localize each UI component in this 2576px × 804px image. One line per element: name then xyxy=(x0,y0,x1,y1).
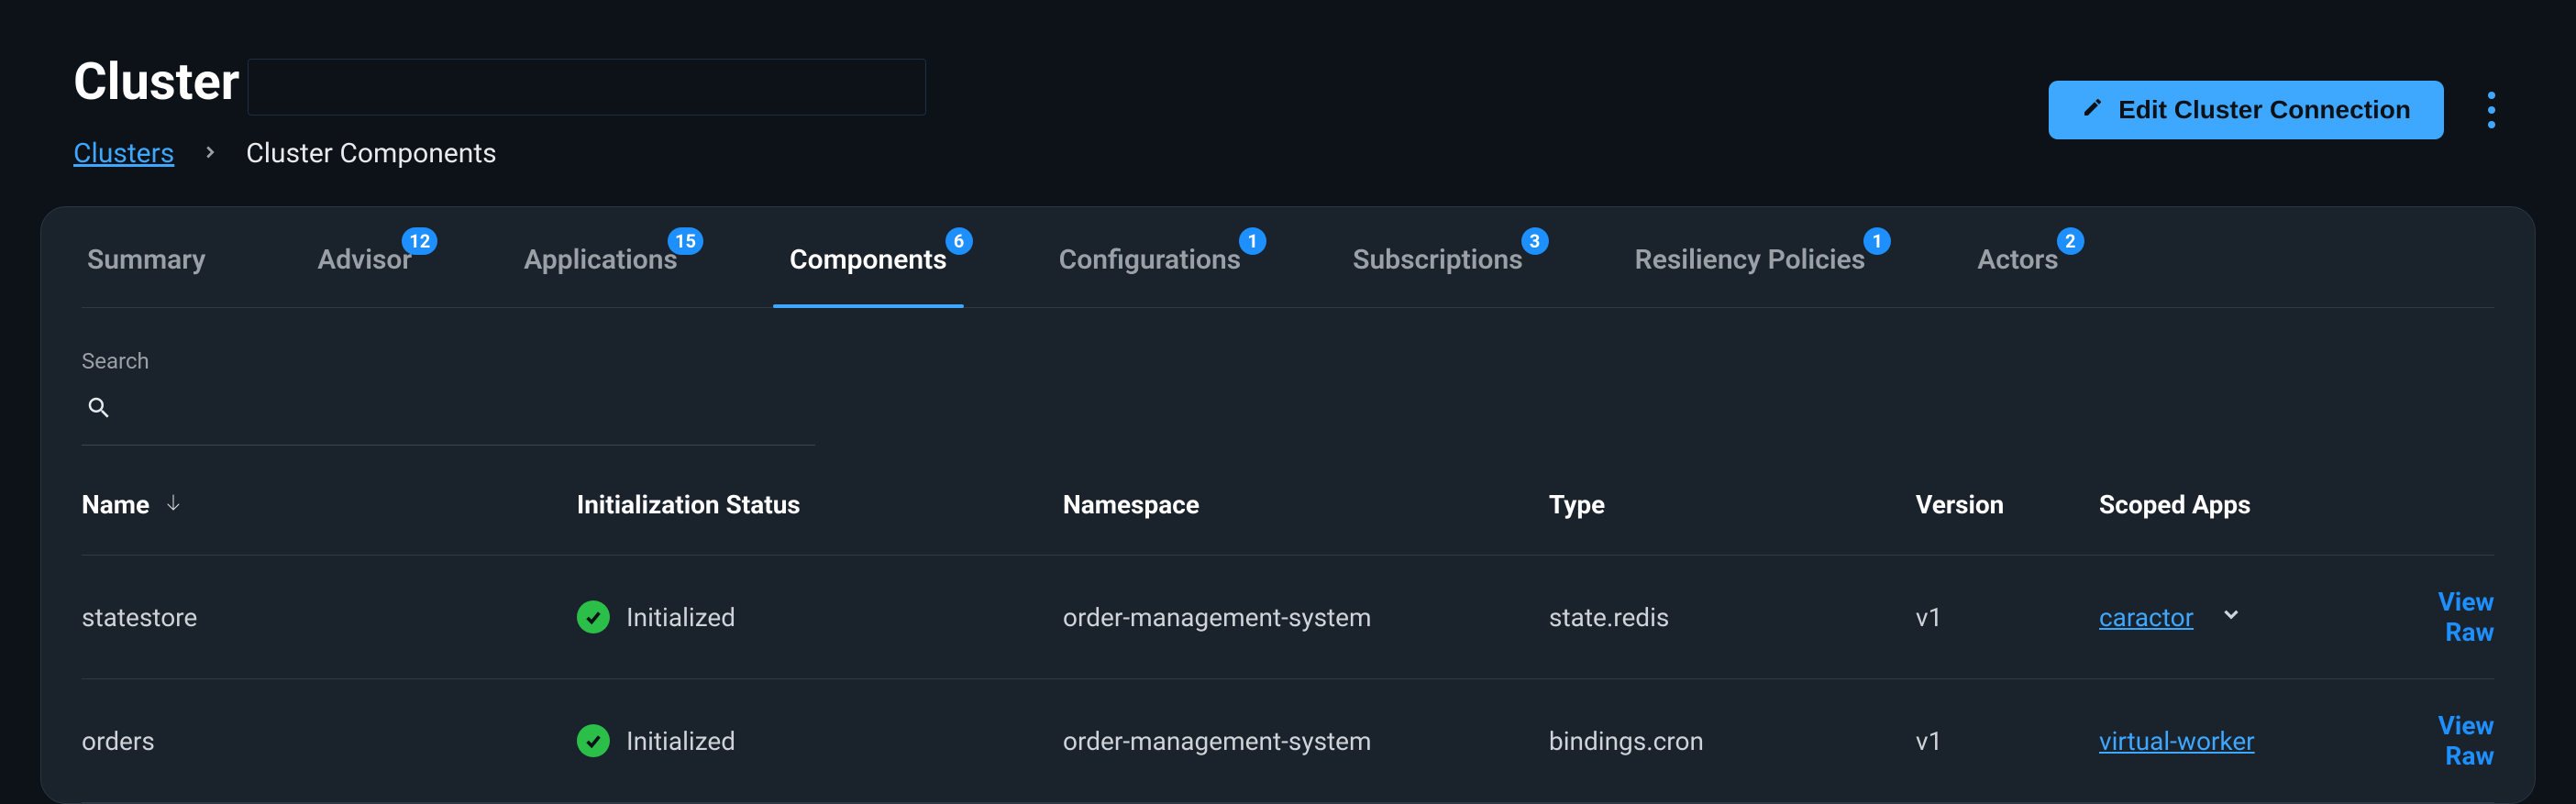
column-header-init-status[interactable]: Initialization Status xyxy=(577,490,1063,520)
tab-configurations[interactable]: Configurations1 xyxy=(1054,244,1247,307)
tab-label: Summary xyxy=(87,244,205,276)
status-text: Initialized xyxy=(626,602,735,633)
cell-action: View Raw xyxy=(2393,710,2494,771)
arrow-down-icon xyxy=(162,490,184,520)
tab-badge: 2 xyxy=(2057,227,2084,255)
column-header-name-label: Name xyxy=(82,490,149,520)
cell-type: bindings.cron xyxy=(1549,726,1916,756)
breadcrumb-root-link[interactable]: Clusters xyxy=(73,138,174,170)
tab-label: Components xyxy=(790,244,947,276)
page-title: Cluster xyxy=(73,51,239,112)
status-text: Initialized xyxy=(626,726,735,756)
pencil-icon xyxy=(2082,95,2104,125)
tab-label: Actors xyxy=(1977,244,2059,276)
tab-actors[interactable]: Actors2 xyxy=(1972,244,2064,307)
tab-label: Resiliency Policies xyxy=(1635,244,1866,276)
tab-summary[interactable]: Summary xyxy=(82,244,211,307)
cell-init-status: Initialized xyxy=(577,600,1063,633)
title-empty-selection xyxy=(248,59,926,116)
cell-name: statestore xyxy=(82,602,577,633)
tabs-bar: Summary Advisor12 Applications15 Components… xyxy=(82,244,2494,308)
breadcrumb-current: Cluster Components xyxy=(246,138,496,170)
column-header-name[interactable]: Name xyxy=(82,490,577,520)
column-header-version[interactable]: Version xyxy=(1916,490,2099,520)
tab-badge: 1 xyxy=(1863,227,1891,255)
tab-subscriptions[interactable]: Subscriptions3 xyxy=(1347,244,1529,307)
tab-components[interactable]: Components6 xyxy=(784,244,953,307)
scoped-app-link[interactable]: virtual-worker xyxy=(2099,726,2255,756)
content-panel: SummaryAdvisor12Applications15Components… xyxy=(40,206,2536,804)
tab-badge: 6 xyxy=(945,227,973,255)
edit-cluster-connection-button[interactable]: Edit Cluster Connection xyxy=(2049,81,2444,139)
tab-resiliency-policies[interactable]: Resiliency Policies1 xyxy=(1630,244,1872,307)
scoped-app-link[interactable]: caractor xyxy=(2099,602,2194,633)
cell-scoped-apps: virtual-worker xyxy=(2099,726,2393,756)
chevron-down-icon[interactable] xyxy=(2219,602,2243,633)
cell-scoped-apps: caractor xyxy=(2099,602,2393,633)
tab-badge: 1 xyxy=(1239,227,1266,255)
cell-version: v1 xyxy=(1916,726,2099,756)
search-label: Search xyxy=(82,348,2494,374)
breadcrumb: Clusters Cluster Components xyxy=(73,138,926,170)
cell-action: View Raw xyxy=(2393,587,2494,647)
cell-type: state.redis xyxy=(1549,602,1916,633)
column-header-scoped-apps[interactable]: Scoped Apps xyxy=(2099,490,2393,520)
tab-badge: 15 xyxy=(668,227,703,255)
cell-version: v1 xyxy=(1916,602,2099,633)
cell-init-status: Initialized xyxy=(577,724,1063,757)
cell-name: orders xyxy=(82,726,577,756)
search-icon xyxy=(85,394,113,428)
view-raw-button[interactable]: View Raw xyxy=(2438,587,2494,647)
search-input[interactable] xyxy=(127,397,812,426)
more-options-button[interactable] xyxy=(2481,84,2503,136)
table-row: orders Initialized order-management-system… xyxy=(82,679,2494,803)
cell-namespace: order-management-system xyxy=(1063,602,1549,633)
column-header-type[interactable]: Type xyxy=(1549,490,1916,520)
tab-advisor[interactable]: Advisor12 xyxy=(312,244,417,307)
edit-button-label: Edit Cluster Connection xyxy=(2118,95,2411,125)
cell-namespace: order-management-system xyxy=(1063,726,1549,756)
tab-label: Applications xyxy=(524,244,678,276)
tab-label: Configurations xyxy=(1059,244,1242,276)
view-raw-button[interactable]: View Raw xyxy=(2438,710,2494,771)
tab-badge: 3 xyxy=(1521,227,1549,255)
check-circle-icon xyxy=(577,600,610,633)
chevron-right-icon xyxy=(200,138,220,170)
column-header-namespace[interactable]: Namespace xyxy=(1063,490,1549,520)
tab-badge: 12 xyxy=(402,227,437,255)
tab-label: Subscriptions xyxy=(1353,244,1523,276)
check-circle-icon xyxy=(577,724,610,757)
tab-applications[interactable]: Applications15 xyxy=(518,244,683,307)
tab-label: Advisor xyxy=(317,244,412,276)
table-row: statestore Initialized order-management-sy… xyxy=(82,556,2494,679)
